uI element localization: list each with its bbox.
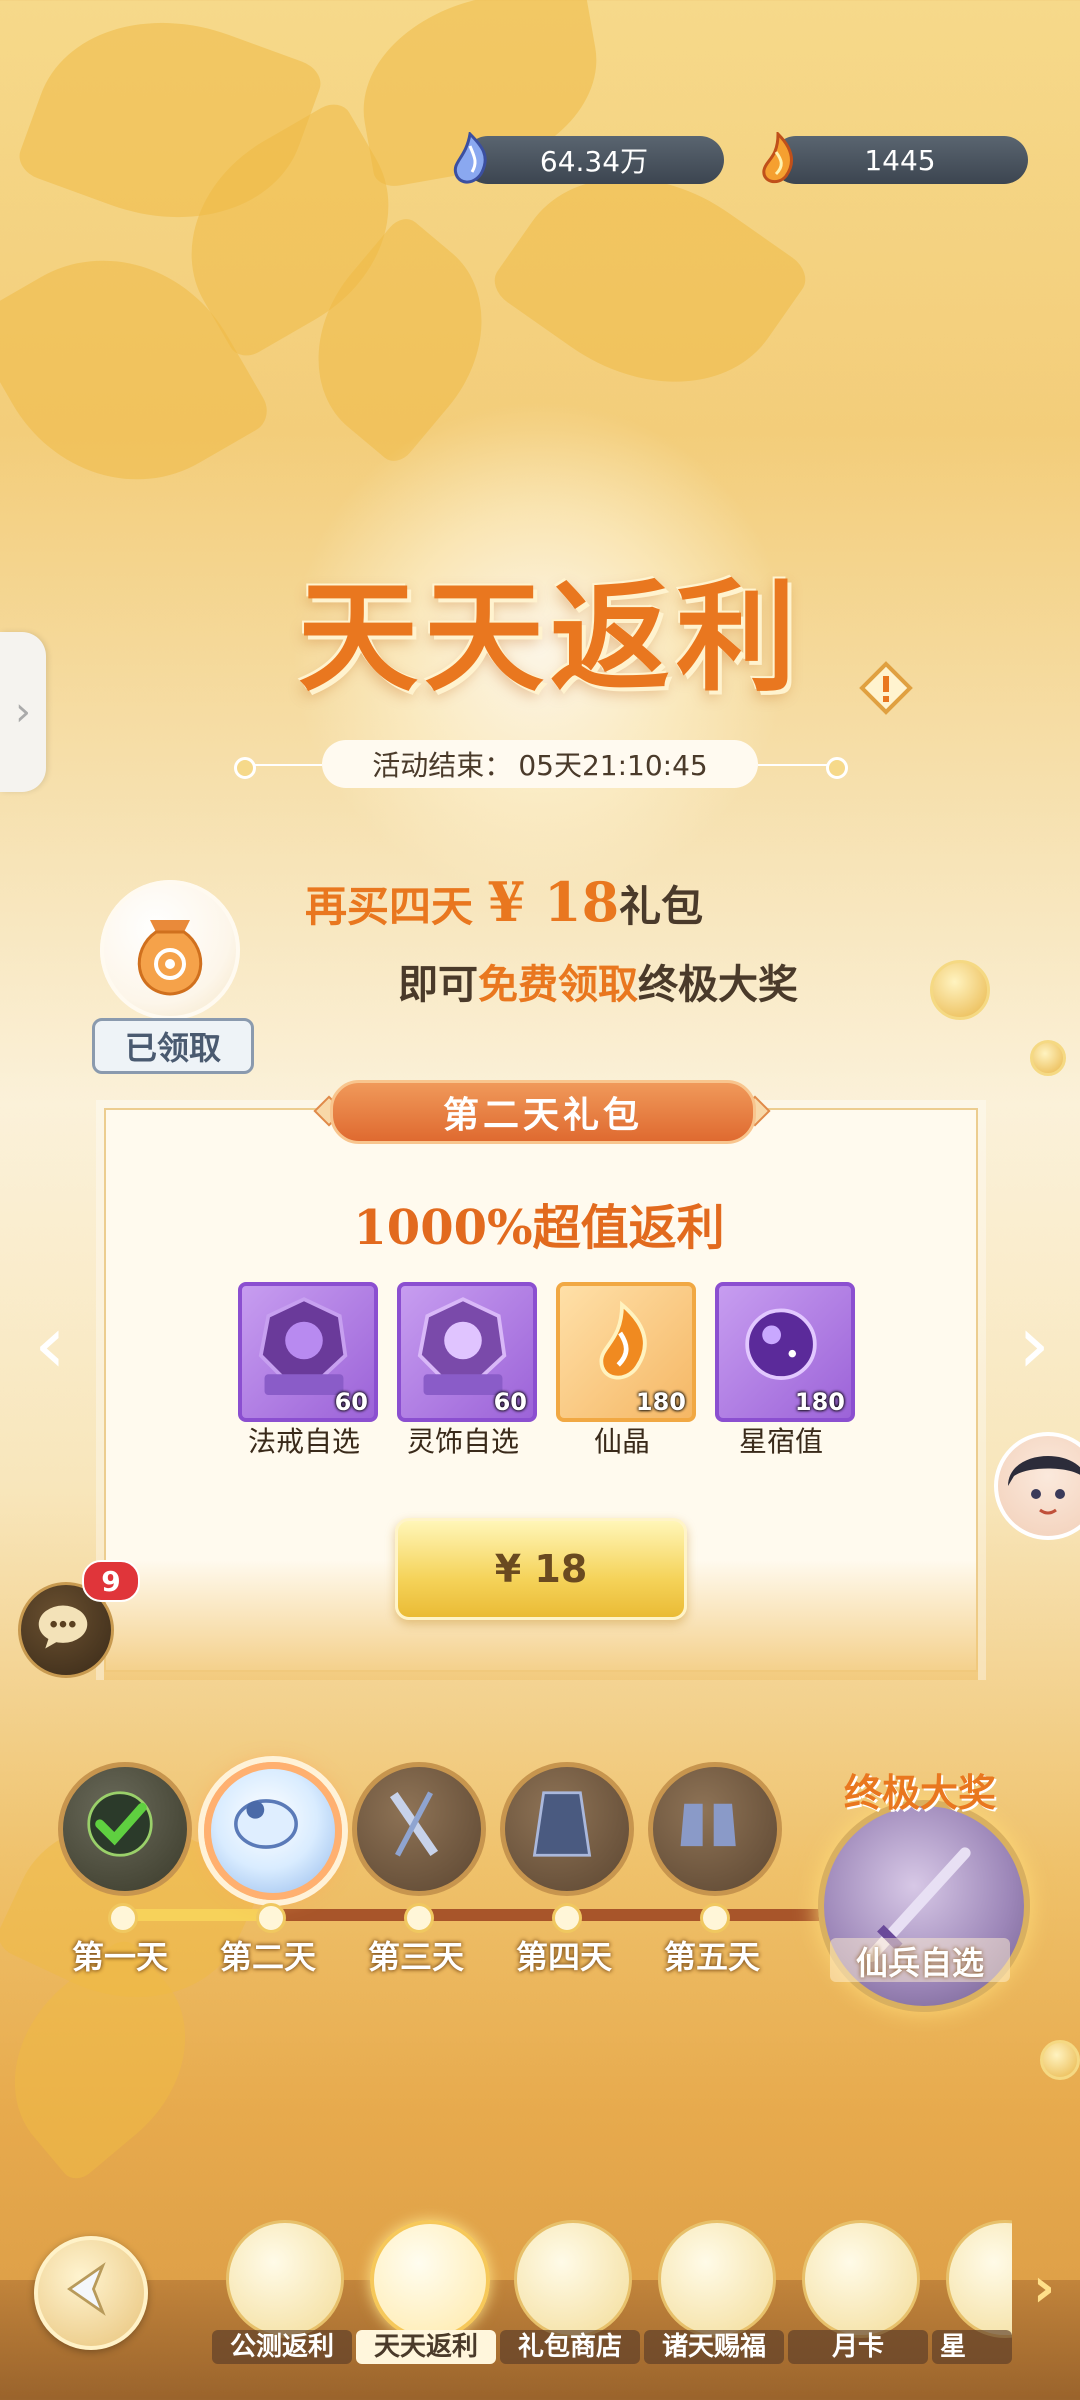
blue-jade-icon	[453, 132, 487, 184]
day-5-reward[interactable]	[648, 1762, 782, 1896]
promo-prefix: 即可	[398, 961, 478, 1008]
boots-icon	[680, 1803, 736, 1847]
promo-prefix: 再买四天	[305, 882, 474, 931]
coin-decoration	[1040, 2040, 1080, 2080]
promo-suffix: 终极大奖	[638, 961, 798, 1008]
nav-tab-launch-rebate[interactable]: 公测返利	[212, 2220, 352, 2370]
coin-decoration	[1030, 1040, 1066, 1076]
nav-tab-star[interactable]: 星	[932, 2220, 1012, 2370]
nav-label: 星	[932, 2330, 1012, 2364]
progress-node	[552, 1903, 582, 1933]
day-3-reward[interactable]	[352, 1762, 486, 1896]
rebate-headline: 1000%超值返利	[353, 1200, 725, 1256]
gift-ribbon-title: 第二天礼包	[330, 1080, 756, 1144]
progress-node	[404, 1903, 434, 1933]
nav-tab-daily-rebate[interactable]: 天天返利	[356, 2220, 496, 2370]
promo-price: ¥ 18	[487, 870, 620, 934]
bracer-icon	[234, 1799, 298, 1849]
item-quantity: 60	[493, 1388, 527, 1416]
armor-icon	[532, 1791, 592, 1857]
side-panel-toggle[interactable]: ›	[0, 632, 46, 792]
currency-jade[interactable]: 64.34万	[453, 132, 724, 184]
unread-badge: 9	[82, 1560, 140, 1602]
day-2-reward[interactable]	[204, 1762, 342, 1900]
progress-node	[108, 1903, 138, 1933]
promo-line-2: 即可免费领取终极大奖	[398, 952, 798, 1010]
countdown: 活动结束： 05天21:10:45	[322, 740, 758, 788]
nav-label: 诸天赐福	[644, 2330, 784, 2364]
nav-label: 礼包商店	[500, 2330, 640, 2364]
countdown-ornament	[234, 757, 256, 779]
day-label: 第五天	[663, 1938, 760, 1976]
currency-crystal[interactable]: 1445	[762, 132, 1028, 184]
day-label: 第四天	[515, 1938, 612, 1976]
prev-page-arrow[interactable]: ‹	[20, 1305, 80, 1385]
day-label: 第一天	[71, 1938, 168, 1976]
nav-tab-blessing[interactable]: 诸天赐福	[644, 2220, 784, 2370]
crystal-amount: 1445	[864, 143, 936, 177]
fire-crystal-icon	[762, 132, 794, 184]
reward-item-accessory-choice[interactable]: 60	[397, 1282, 537, 1422]
nav-label: 月卡	[788, 2330, 928, 2364]
nav-tab-gift-shop[interactable]: 礼包商店	[500, 2220, 640, 2370]
rabbit-icon	[658, 2220, 776, 2338]
checkmark-icon	[87, 1791, 153, 1857]
jade-amount: 64.34万	[539, 145, 649, 178]
nav-label: 公测返利	[212, 2330, 352, 2364]
reward-item-crystal[interactable]: 180	[556, 1282, 696, 1422]
progress-node	[700, 1903, 730, 1933]
promo-accent: 免费领取	[478, 961, 638, 1008]
countdown-divider	[758, 764, 830, 766]
promo-suffix: 礼包	[619, 882, 704, 931]
item-quantity: 180	[794, 1388, 845, 1416]
character-portrait-icon	[1008, 1456, 1080, 1515]
buy-button[interactable]: ¥ 18	[395, 1518, 687, 1620]
lucky-bag-icon	[137, 920, 203, 996]
reward-item-ring-choice[interactable]: 60	[238, 1282, 378, 1422]
countdown-label: 活动结束：	[372, 749, 513, 782]
progress-fill	[120, 1909, 278, 1921]
promo-line-1: 再买四天 ¥ 18礼包	[305, 870, 703, 934]
chevron-right-icon: ›	[15, 689, 31, 735]
final-reward-title: 终极大奖	[843, 1770, 996, 1815]
nav-next-arrow[interactable]: ›	[1022, 2258, 1066, 2318]
item-label: 仙晶	[593, 1425, 650, 1458]
arrow-left-icon	[67, 2262, 106, 2316]
item-quantity: 180	[635, 1388, 686, 1416]
info-icon[interactable]	[858, 660, 914, 716]
day-4-reward[interactable]	[500, 1762, 634, 1896]
weapon-icon	[389, 1791, 439, 1857]
reward-bag[interactable]	[100, 880, 240, 1020]
next-page-arrow[interactable]: ›	[1004, 1305, 1064, 1385]
moon-card-icon	[802, 2220, 920, 2338]
back-button[interactable]	[34, 2236, 148, 2350]
nav-label: 天天返利	[356, 2330, 496, 2364]
day-1-reward[interactable]	[58, 1762, 192, 1896]
coin-stack-icon	[226, 2220, 344, 2338]
final-reward-label: 仙兵自选	[830, 1938, 1010, 1982]
item-label: 法戒自选	[247, 1425, 360, 1458]
page-title: 天天返利	[298, 567, 802, 708]
avatar[interactable]	[994, 1432, 1080, 1540]
nav-tab-monthly-card[interactable]: 月卡	[788, 2220, 928, 2370]
day-label: 第二天	[219, 1938, 316, 1976]
claimed-badge: 已领取	[92, 1018, 254, 1074]
progress-node	[256, 1903, 286, 1933]
day-label: 第三天	[367, 1938, 464, 1976]
item-label: 星宿值	[738, 1425, 823, 1458]
reward-item-star-value[interactable]: 180	[715, 1282, 855, 1422]
treasure-chest-icon	[370, 2220, 490, 2340]
star-icon	[946, 2220, 1012, 2338]
item-label: 灵饰自选	[406, 1425, 519, 1458]
countdown-divider	[250, 764, 322, 766]
countdown-value: 05天21:10:45	[518, 749, 708, 782]
shop-pavilion-icon	[514, 2220, 632, 2338]
coin-decoration	[930, 960, 990, 1020]
item-quantity: 60	[334, 1388, 368, 1416]
countdown-ornament	[826, 757, 848, 779]
